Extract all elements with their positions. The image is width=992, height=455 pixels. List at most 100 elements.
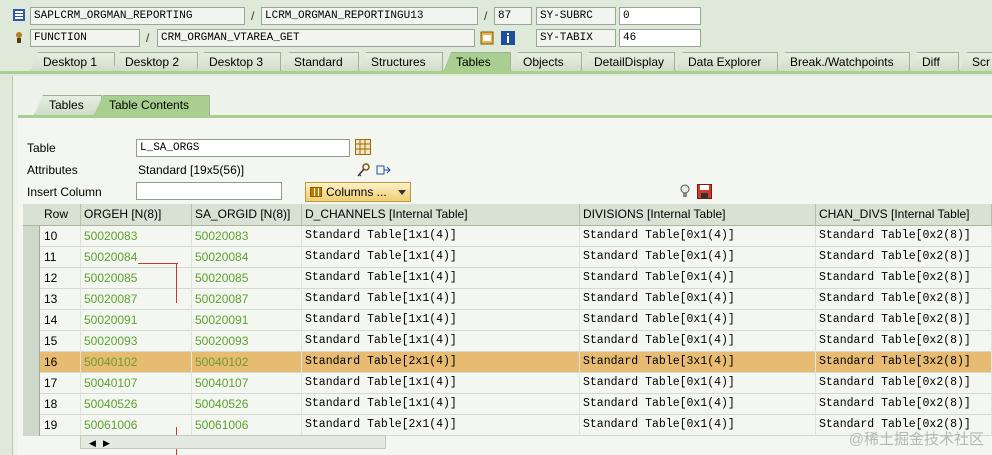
tab-break-watchpoints[interactable]: Break./Watchpoints [777, 52, 910, 72]
cell-d-channels[interactable]: Standard Table[1x1(4)] [302, 268, 580, 289]
tab-desktop-3[interactable]: Desktop 3 [196, 52, 281, 72]
header-orgeh[interactable]: ORGEH [N(8)] [81, 204, 192, 226]
cell-d-channels[interactable]: Standard Table[1x1(4)] [302, 289, 580, 310]
cell-divisions[interactable]: Standard Table[0x1(4)] [580, 373, 816, 394]
cell-divisions[interactable]: Standard Table[3x1(4)] [580, 352, 816, 373]
cell-chan-divs[interactable]: Standard Table[0x2(8)] [816, 268, 992, 289]
navigate-icon[interactable] [375, 162, 391, 178]
table-row[interactable]: 18 50040526 50040526 Standard Table[1x1(4)]… [23, 394, 992, 415]
tab-desktop-2[interactable]: Desktop 2 [112, 52, 198, 72]
cell-chan-divs[interactable]: Standard Table[0x2(8)] [816, 394, 992, 415]
tab-diff[interactable]: Diff [909, 52, 959, 72]
cell-row[interactable]: 16 [41, 352, 81, 373]
table-row[interactable]: 11 50020084 50020084 Standard Table[1x1(4)]… [23, 247, 992, 268]
cell-sa-orgid[interactable]: 50040102 [192, 352, 302, 373]
cell-divisions[interactable]: Standard Table[0x1(4)] [580, 226, 816, 247]
cell-chan-divs[interactable]: Standard Table[0x2(8)] [816, 373, 992, 394]
info-icon[interactable] [501, 31, 515, 45]
subtab-tables[interactable]: Tables [34, 95, 102, 115]
cell-sa-orgid[interactable]: 50061006 [192, 415, 302, 436]
cell-row[interactable]: 17 [41, 373, 81, 394]
columns-button[interactable]: Columns ... [305, 182, 411, 202]
row-selector[interactable] [23, 289, 40, 310]
cell-chan-divs[interactable]: Standard Table[0x2(8)] [816, 247, 992, 268]
cell-row[interactable]: 18 [41, 394, 81, 415]
cell-divisions[interactable]: Standard Table[0x1(4)] [580, 331, 816, 352]
cell-sa-orgid[interactable]: 50020087 [192, 289, 302, 310]
cell-d-channels[interactable]: Standard Table[1x1(4)] [302, 247, 580, 268]
cell-divisions[interactable]: Standard Table[0x1(4)] [580, 310, 816, 331]
subtab-table-contents[interactable]: Table Contents [94, 95, 210, 115]
cell-d-channels[interactable]: Standard Table[1x1(4)] [302, 331, 580, 352]
header-d-channels[interactable]: D_CHANNELS [Internal Table] [302, 204, 580, 226]
cell-row[interactable]: 19 [41, 415, 81, 436]
tab-data-explorer[interactable]: Data Explorer [675, 52, 778, 72]
table-row[interactable]: 17 50040107 50040107 Standard Table[1x1(4)]… [23, 373, 992, 394]
table-row[interactable]: 15 50020093 50020093 Standard Table[1x1(4)]… [23, 331, 992, 352]
cell-orgeh[interactable]: 50040526 [81, 394, 192, 415]
cell-chan-divs[interactable]: Standard Table[0x2(8)] [816, 226, 992, 247]
row-selector[interactable] [23, 268, 40, 289]
cell-d-channels[interactable]: Standard Table[1x1(4)] [302, 394, 580, 415]
cell-row[interactable]: 11 [41, 247, 81, 268]
row-selector[interactable] [23, 247, 40, 268]
table-row[interactable]: 14 50020091 50020091 Standard Table[1x1(4)]… [23, 310, 992, 331]
tab-desktop-1[interactable]: Desktop 1 [30, 52, 115, 72]
cell-sa-orgid[interactable]: 50020091 [192, 310, 302, 331]
header-sa-orgid[interactable]: SA_ORGID [N(8)] [192, 204, 302, 226]
tab-structures[interactable]: Structures [358, 52, 443, 72]
tab-tables[interactable]: Tables [443, 52, 511, 72]
cell-divisions[interactable]: Standard Table[0x1(4)] [580, 247, 816, 268]
table-row[interactable]: 12 50020085 50020085 Standard Table[1x1(4)]… [23, 268, 992, 289]
cell-divisions[interactable]: Standard Table[0x1(4)] [580, 394, 816, 415]
cell-row[interactable]: 14 [41, 310, 81, 331]
cell-divisions[interactable]: Standard Table[0x1(4)] [580, 289, 816, 310]
cell-orgeh[interactable]: 50040107 [81, 373, 192, 394]
cell-d-channels[interactable]: Standard Table[2x1(4)] [302, 352, 580, 373]
horizontal-scrollbar[interactable]: ◀ ▶ [80, 435, 386, 449]
row-selector[interactable] [23, 415, 40, 436]
save-icon[interactable] [697, 184, 712, 199]
insert-column-input[interactable] [136, 182, 282, 200]
cell-sa-orgid[interactable]: 50040107 [192, 373, 302, 394]
tab-standard[interactable]: Standard [281, 52, 359, 72]
table-row[interactable]: 19 50061006 50061006 Standard Table[2x1(4)]… [23, 415, 992, 436]
header-row[interactable]: Row [41, 204, 81, 226]
cell-divisions[interactable]: Standard Table[0x1(4)] [580, 268, 816, 289]
row-selector[interactable] [23, 373, 40, 394]
cell-divisions[interactable]: Standard Table[0x1(4)] [580, 415, 816, 436]
row-selector[interactable] [23, 394, 40, 415]
cell-orgeh[interactable]: 50020093 [81, 331, 192, 352]
cell-orgeh[interactable]: 50020083 [81, 226, 192, 247]
cell-row[interactable]: 12 [41, 268, 81, 289]
cell-chan-divs[interactable]: Standard Table[0x2(8)] [816, 310, 992, 331]
cell-d-channels[interactable]: Standard Table[1x1(4)] [302, 226, 580, 247]
cell-chan-divs[interactable]: Standard Table[3x2(8)] [816, 352, 992, 373]
tab-scr[interactable]: Scr [959, 52, 992, 72]
cell-d-channels[interactable]: Standard Table[1x1(4)] [302, 373, 580, 394]
row-selector[interactable] [23, 352, 40, 373]
table-row[interactable]: 16 50040102 50040102 Standard Table[2x1(4)]… [23, 352, 992, 373]
tab-detail-display[interactable]: DetailDisplay [581, 52, 675, 72]
tab-objects[interactable]: Objects [510, 52, 582, 72]
row-selector[interactable] [23, 310, 40, 331]
row-selector[interactable] [23, 226, 40, 247]
select-icon[interactable] [480, 31, 494, 45]
cell-d-channels[interactable]: Standard Table[2x1(4)] [302, 415, 580, 436]
key-icon[interactable] [355, 162, 371, 178]
cell-sa-orgid[interactable]: 50020083 [192, 226, 302, 247]
scroll-right-icon[interactable]: ▶ [103, 438, 110, 449]
cell-sa-orgid[interactable]: 50020085 [192, 268, 302, 289]
cell-orgeh[interactable]: 50020091 [81, 310, 192, 331]
scroll-left-icon[interactable]: ◀ [89, 438, 96, 449]
header-divisions[interactable]: DIVISIONS [Internal Table] [580, 204, 816, 226]
cell-sa-orgid[interactable]: 50020093 [192, 331, 302, 352]
row-selector[interactable] [23, 331, 40, 352]
table-row[interactable]: 13 50020087 50020087 Standard Table[1x1(4)]… [23, 289, 992, 310]
cell-row[interactable]: 15 [41, 331, 81, 352]
cell-chan-divs[interactable]: Standard Table[0x2(8)] [816, 331, 992, 352]
cell-chan-divs[interactable]: Standard Table[0x2(8)] [816, 289, 992, 310]
bulb-icon[interactable] [679, 184, 691, 199]
header-chan-divs[interactable]: CHAN_DIVS [Internal Table] [816, 204, 992, 226]
cell-orgeh[interactable]: 50040102 [81, 352, 192, 373]
